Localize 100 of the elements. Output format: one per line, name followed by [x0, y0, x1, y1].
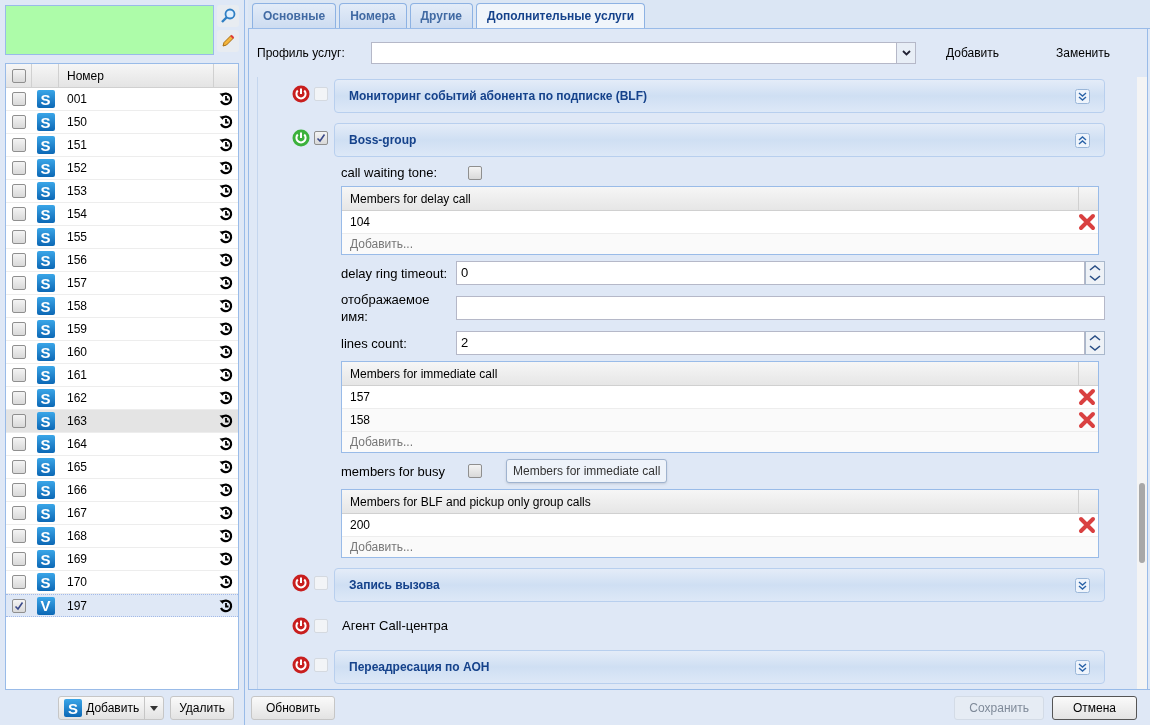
- power-icon[interactable]: [292, 574, 310, 592]
- service-panel-header[interactable]: Boss-group: [334, 123, 1105, 157]
- checkbox[interactable]: [12, 184, 26, 198]
- checkbox[interactable]: [12, 483, 26, 497]
- service-panel-header[interactable]: Запись вызова: [334, 568, 1105, 602]
- add-split-button[interactable]: S Добавить: [58, 696, 165, 720]
- history-icon[interactable]: [218, 230, 233, 244]
- table-row[interactable]: S 151: [6, 134, 238, 157]
- checkbox[interactable]: [12, 161, 26, 175]
- table-row[interactable]: S 162: [6, 387, 238, 410]
- edit-button[interactable]: [217, 30, 239, 52]
- history-icon[interactable]: [218, 506, 233, 520]
- history-icon[interactable]: [218, 184, 233, 198]
- table-row[interactable]: S 167: [6, 502, 238, 525]
- checkbox[interactable]: [12, 437, 26, 451]
- checkbox[interactable]: [468, 165, 482, 180]
- history-icon[interactable]: [218, 345, 233, 359]
- checkbox[interactable]: [314, 131, 328, 145]
- caret-icon[interactable]: [150, 705, 159, 711]
- delete-icon[interactable]: [1078, 213, 1096, 231]
- table-row[interactable]: S 161: [6, 364, 238, 387]
- power-icon[interactable]: [292, 617, 310, 635]
- checkbox[interactable]: [12, 276, 26, 290]
- replace-profile-button[interactable]: Заменить: [1056, 44, 1110, 62]
- spinner-arrows-icon[interactable]: [1085, 331, 1105, 355]
- spinner-arrows-icon[interactable]: [1085, 261, 1105, 285]
- table-row[interactable]: S 150: [6, 111, 238, 134]
- history-icon[interactable]: [218, 483, 233, 497]
- table-row[interactable]: S 158: [6, 295, 238, 318]
- history-icon[interactable]: [218, 437, 233, 451]
- checkbox[interactable]: [12, 138, 26, 152]
- history-icon[interactable]: [218, 598, 233, 613]
- service-panel-header[interactable]: Переадресация по АОН: [334, 650, 1105, 684]
- tab[interactable]: Номера: [339, 3, 407, 28]
- table-row[interactable]: S 168: [6, 525, 238, 548]
- input-field[interactable]: 0: [456, 261, 1085, 285]
- history-icon[interactable]: [218, 391, 233, 405]
- checkbox[interactable]: [12, 598, 26, 613]
- checkbox[interactable]: [12, 575, 26, 589]
- history-icon[interactable]: [218, 322, 233, 336]
- delete-icon[interactable]: [1078, 411, 1096, 429]
- table-row[interactable]: S 170: [6, 571, 238, 594]
- history-icon[interactable]: [218, 552, 233, 566]
- table-row[interactable]: S 155: [6, 226, 238, 249]
- table-row[interactable]: S 165: [6, 456, 238, 479]
- checkbox[interactable]: [12, 207, 26, 221]
- table-row[interactable]: S 154: [6, 203, 238, 226]
- checkbox[interactable]: [12, 368, 26, 382]
- checkbox[interactable]: [12, 92, 26, 106]
- table-row[interactable]: S 166: [6, 479, 238, 502]
- history-icon[interactable]: [218, 138, 233, 152]
- checkbox[interactable]: [12, 230, 26, 244]
- checkbox[interactable]: [468, 464, 482, 478]
- scrollbar[interactable]: [1137, 77, 1147, 689]
- power-icon[interactable]: [292, 656, 310, 674]
- history-icon[interactable]: [218, 92, 233, 106]
- checkbox[interactable]: [12, 391, 26, 405]
- checkbox[interactable]: [12, 299, 26, 313]
- delete-icon[interactable]: [1078, 388, 1096, 406]
- history-icon[interactable]: [218, 368, 233, 382]
- power-icon[interactable]: [292, 85, 310, 103]
- checkbox[interactable]: [12, 460, 26, 474]
- refresh-button[interactable]: Обновить: [251, 695, 336, 720]
- history-icon[interactable]: [218, 276, 233, 290]
- history-icon[interactable]: [218, 299, 233, 313]
- tab[interactable]: Дополнительные услуги: [476, 3, 646, 28]
- checkbox[interactable]: [12, 253, 26, 267]
- checkbox[interactable]: [12, 506, 26, 520]
- table-row[interactable]: S 169: [6, 548, 238, 571]
- history-icon[interactable]: [218, 529, 233, 543]
- search-button[interactable]: [217, 5, 239, 27]
- history-icon[interactable]: [218, 460, 233, 474]
- checkbox[interactable]: [12, 552, 26, 566]
- table-row[interactable]: S 159: [6, 318, 238, 341]
- checkbox[interactable]: [12, 345, 26, 359]
- table-row[interactable]: S 156: [6, 249, 238, 272]
- add-row-link[interactable]: Добавить...: [342, 538, 422, 556]
- checkbox[interactable]: [12, 414, 26, 428]
- table-row[interactable]: V 197: [6, 594, 238, 617]
- input-field[interactable]: [456, 296, 1105, 320]
- checkbox[interactable]: [12, 322, 26, 336]
- table-row[interactable]: S 157: [6, 272, 238, 295]
- delete-icon[interactable]: [1078, 516, 1096, 534]
- table-row[interactable]: S 163: [6, 410, 238, 433]
- add-row-link[interactable]: Добавить...: [342, 235, 422, 253]
- expand-icon[interactable]: [1075, 577, 1090, 593]
- history-icon[interactable]: [218, 207, 233, 221]
- expand-icon[interactable]: [1075, 88, 1090, 104]
- history-icon[interactable]: [218, 161, 233, 175]
- add-row-link[interactable]: Добавить...: [342, 433, 422, 451]
- delete-button[interactable]: Удалить: [170, 696, 234, 720]
- table-row[interactable]: S 152: [6, 157, 238, 180]
- tab[interactable]: Другие: [409, 3, 473, 28]
- table-row[interactable]: S 164: [6, 433, 238, 456]
- service-panel-header[interactable]: Мониторинг событий абонента по подписке (BLF): [334, 79, 1105, 113]
- tab[interactable]: Основные: [252, 3, 337, 28]
- checkbox[interactable]: [12, 529, 26, 543]
- cancel-button[interactable]: Отмена: [1052, 695, 1137, 720]
- table-row[interactable]: S 001: [6, 88, 238, 111]
- history-icon[interactable]: [218, 115, 233, 129]
